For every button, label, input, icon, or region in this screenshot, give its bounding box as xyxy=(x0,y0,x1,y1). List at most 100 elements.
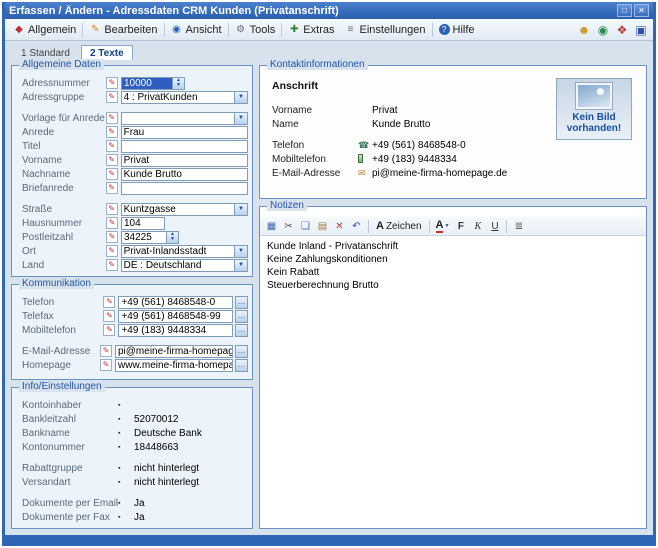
telefon-input[interactable]: +49 (561) 8468548-0 xyxy=(118,296,233,309)
briefanrede-input[interactable] xyxy=(121,182,248,195)
field-edit-icon[interactable]: ✎ xyxy=(106,126,118,138)
underline-button[interactable]: U xyxy=(487,219,502,234)
open-homepage-button[interactable]: … xyxy=(235,359,248,372)
bold-button[interactable]: F xyxy=(453,219,468,234)
field-row: Ort ✎ Privat-Inlandsstadt ▼ xyxy=(16,244,248,258)
field-edit-icon[interactable]: ✎ xyxy=(106,245,118,257)
left-column: Allgemeine Daten Adressnummer ✎ 10000 ▲▼… xyxy=(11,65,253,529)
spacer xyxy=(16,489,248,496)
field-row: Mobiltelefon ✎ +49 (183) 9448334 … xyxy=(16,323,248,337)
contact-label: Name xyxy=(272,119,358,130)
menu-tools[interactable]: ⚙ Tools xyxy=(230,22,281,38)
vorname-input[interactable]: Privat xyxy=(121,154,248,167)
dropdown-icon[interactable]: ▼ xyxy=(234,260,247,271)
land-select[interactable]: DE : Deutschland ▼ xyxy=(121,259,248,272)
user-icon[interactable]: ☻ xyxy=(575,21,593,38)
restore-button[interactable]: □ xyxy=(617,4,632,17)
field-edit-icon[interactable]: ✎ xyxy=(106,203,118,215)
undo-icon[interactable]: ↶ xyxy=(349,219,364,234)
dropdown-icon[interactable]: ▼ xyxy=(234,113,247,124)
info-row: Kontonummer ▪ 18448663 xyxy=(16,440,248,454)
cut-icon[interactable]: ✂ xyxy=(281,219,296,234)
menu-bearbeiten[interactable]: ✎ Bearbeiten xyxy=(84,22,162,38)
info-row: Versandart ▪ nicht hinterlegt xyxy=(16,475,248,489)
field-edit-icon[interactable]: ✎ xyxy=(106,217,118,229)
globe-icon[interactable]: ◉ xyxy=(594,21,612,38)
field-row: Titel ✎ xyxy=(16,139,248,153)
menu-extras[interactable]: ✚ Extras xyxy=(283,22,339,38)
tab-texte[interactable]: 2 Texte xyxy=(81,45,133,60)
menu-label: Allgemein xyxy=(28,24,76,36)
allgemein-icon: ◆ xyxy=(13,24,25,35)
email-input[interactable]: pi@meine-firma-homepage.de xyxy=(115,345,233,358)
menu-hilfe[interactable]: ? Hilfe xyxy=(434,22,480,38)
delete-icon[interactable]: ✕ xyxy=(332,219,347,234)
field-edit-icon[interactable]: ✎ xyxy=(103,310,115,322)
field-edit-icon[interactable]: ✎ xyxy=(103,296,115,308)
copy-icon[interactable]: ❏ xyxy=(298,219,313,234)
nachname-input[interactable]: Kunde Brutto xyxy=(121,168,248,181)
modules-icon[interactable]: ❖ xyxy=(613,21,631,38)
field-row: Straße ✎ Kuntzgasse ▼ xyxy=(16,202,248,216)
spinner-icon[interactable]: ▲▼ xyxy=(166,232,178,243)
dropdown-icon[interactable]: ▼ xyxy=(234,204,247,215)
field-edit-icon[interactable]: ✎ xyxy=(106,140,118,152)
menu-einstellungen[interactable]: ≡ Einstellungen xyxy=(339,22,430,38)
field-edit-icon[interactable]: ✎ xyxy=(100,359,112,371)
field-edit-icon[interactable]: ✎ xyxy=(106,77,118,89)
contact-row: E-Mail-Adresse ✉ pi@meine-firma-homepage… xyxy=(272,166,634,180)
italic-button[interactable]: K xyxy=(470,219,485,234)
field-label: Straße xyxy=(22,204,106,215)
field-label: Postleitzahl xyxy=(22,232,106,243)
ort-select[interactable]: Privat-Inlandsstadt ▼ xyxy=(121,245,248,258)
field-edit-icon[interactable]: ✎ xyxy=(106,91,118,103)
field-label: E-Mail-Adresse xyxy=(22,346,100,357)
field-label: Titel xyxy=(22,141,106,152)
dropdown-icon[interactable]: ▼ xyxy=(234,246,247,257)
spacer xyxy=(16,104,248,111)
group-kontaktinformationen: Kontaktinformationen Anschrift Vorname P… xyxy=(259,65,647,199)
bullet-icon: ▪ xyxy=(118,514,134,521)
field-label: Adressnummer xyxy=(22,78,106,89)
spinner-icon[interactable]: ▲▼ xyxy=(172,78,184,89)
view-icon: ◉ xyxy=(171,24,183,35)
hausnummer-input[interactable]: 104 xyxy=(121,217,165,230)
field-edit-icon[interactable]: ✎ xyxy=(100,345,112,357)
menu-ansicht[interactable]: ◉ Ansicht xyxy=(166,22,227,38)
dial-mobile-button[interactable]: … xyxy=(235,324,248,337)
list-button[interactable]: ≣ xyxy=(511,219,526,234)
field-edit-icon[interactable]: ✎ xyxy=(106,168,118,180)
toolbar-separator xyxy=(368,220,369,233)
field-edit-icon[interactable]: ✎ xyxy=(106,112,118,124)
font-color-button[interactable]: A ▼ xyxy=(434,220,452,233)
anrede-input[interactable]: Frau xyxy=(121,126,248,139)
field-edit-icon[interactable]: ✎ xyxy=(106,154,118,166)
titel-input[interactable] xyxy=(121,140,248,153)
insert-image-icon[interactable]: ▦ xyxy=(264,219,279,234)
notes-editor[interactable]: Kunde Inland - Privatanschrift Keine Zah… xyxy=(260,236,646,528)
fax-button[interactable]: … xyxy=(235,310,248,323)
paste-icon[interactable]: ▤ xyxy=(315,219,330,234)
field-edit-icon[interactable]: ✎ xyxy=(106,182,118,194)
tab-standard[interactable]: 1 Standard xyxy=(13,46,78,60)
dial-button[interactable]: … xyxy=(235,296,248,309)
strasse-select[interactable]: Kuntzgasse ▼ xyxy=(121,203,248,216)
field-edit-icon[interactable]: ✎ xyxy=(103,324,115,336)
telefax-input[interactable]: +49 (561) 8468548-99 xyxy=(118,310,233,323)
adressnummer-input[interactable]: 10000 ▲▼ xyxy=(121,77,185,90)
menu-allgemein[interactable]: ◆ Allgemein xyxy=(8,22,81,38)
field-edit-icon[interactable]: ✎ xyxy=(106,231,118,243)
postleitzahl-input[interactable]: 34225 ▲▼ xyxy=(121,231,179,244)
compose-email-button[interactable]: … xyxy=(235,345,248,358)
restore-icon: □ xyxy=(622,6,627,15)
titlebar[interactable]: Erfassen / Ändern - Adressdaten CRM Kund… xyxy=(5,2,653,19)
dropdown-icon[interactable]: ▼ xyxy=(234,92,247,103)
mobiltelefon-input[interactable]: +49 (183) 9448334 xyxy=(118,324,233,337)
font-dialog-button[interactable]: A Zeichen xyxy=(373,220,425,232)
homepage-input[interactable]: www.meine-firma-homepage.de xyxy=(115,359,233,372)
close-button[interactable]: ✕ xyxy=(634,4,649,17)
save-icon[interactable]: ▣ xyxy=(632,21,650,38)
adressgruppe-select[interactable]: 4 : PrivatKunden ▼ xyxy=(121,91,248,104)
vorlage-anrede-select[interactable]: ▼ xyxy=(121,112,248,125)
field-edit-icon[interactable]: ✎ xyxy=(106,259,118,271)
